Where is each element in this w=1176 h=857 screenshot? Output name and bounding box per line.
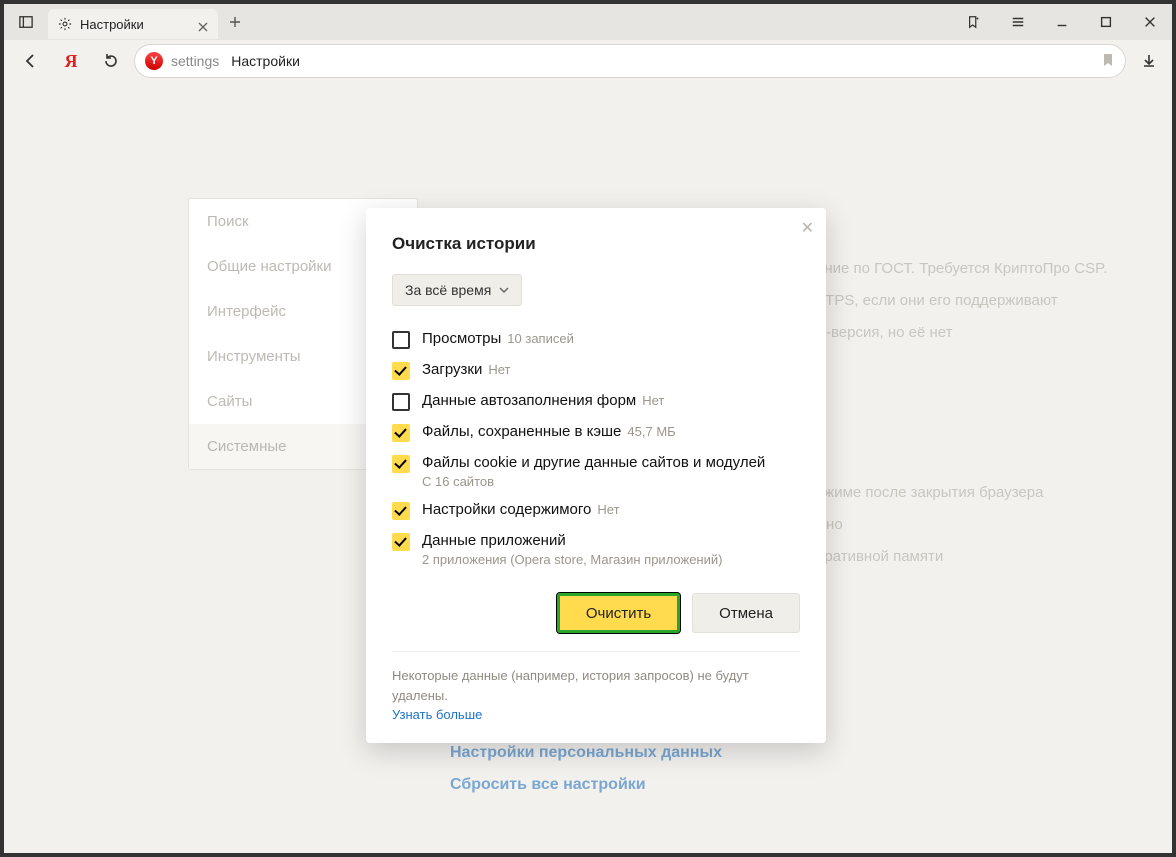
omnibox-prefix: settings: [171, 53, 219, 69]
chevron-down-icon: [499, 285, 509, 295]
bookmark-icon[interactable]: [1101, 53, 1115, 70]
gear-icon: [58, 17, 72, 31]
clear-button[interactable]: Очистить: [557, 593, 680, 633]
address-bar[interactable]: Y settings Настройки: [134, 44, 1126, 78]
close-tab-icon[interactable]: [198, 19, 208, 29]
clear-options-list: Просмотры10 записей ЗагрузкиНет Данные а…: [392, 330, 800, 567]
opt-autofill[interactable]: Данные автозаполнения формНет: [392, 392, 800, 411]
back-icon[interactable]: [14, 44, 48, 78]
bg-text: ание по ГОСТ. Требуется КриптоПро CSP.: [816, 260, 1107, 277]
checkbox[interactable]: [392, 502, 410, 520]
checkbox[interactable]: [392, 455, 410, 473]
browser-window: Настройки Я: [0, 0, 1176, 857]
dialog-actions: Очистить Отмена: [392, 593, 800, 633]
downloads-icon[interactable]: [1132, 44, 1166, 78]
opt-views[interactable]: Просмотры10 записей: [392, 330, 800, 349]
footer-text: Некоторые данные (например, история запр…: [392, 668, 749, 703]
window-close-icon[interactable]: [1128, 4, 1172, 40]
cancel-button[interactable]: Отмена: [692, 593, 800, 633]
home-yandex-icon[interactable]: Я: [54, 44, 88, 78]
dialog-title: Очистка истории: [392, 234, 800, 254]
time-range-value: За всё время: [405, 282, 491, 298]
bg-text: ежиме после закрытия браузера: [816, 484, 1043, 501]
tab-strip: Настройки: [4, 4, 1172, 40]
bg-text: S-версия, но её нет: [816, 324, 952, 341]
learn-more-link[interactable]: Узнать больше: [392, 707, 482, 722]
link-personal-data[interactable]: Настройки персональных данных: [450, 744, 722, 762]
window-maximize-icon[interactable]: [1084, 4, 1128, 40]
opt-downloads[interactable]: ЗагрузкиНет: [392, 361, 800, 380]
nav-toolbar: Я Y settings Настройки: [4, 40, 1172, 82]
opt-content-settings[interactable]: Настройки содержимогоНет: [392, 501, 800, 520]
checkbox[interactable]: [392, 424, 410, 442]
time-range-dropdown[interactable]: За всё время: [392, 274, 522, 306]
bg-text: еративной памяти: [816, 548, 943, 565]
window-minimize-icon[interactable]: [1040, 4, 1084, 40]
tab-settings[interactable]: Настройки: [48, 9, 218, 39]
checkbox[interactable]: [392, 533, 410, 551]
checkbox[interactable]: [392, 362, 410, 380]
opt-cookies[interactable]: Файлы cookie и другие данные сайтов и мо…: [392, 454, 800, 489]
clear-history-dialog: ✕ Очистка истории За всё время Просмотры…: [366, 208, 826, 743]
checkbox[interactable]: [392, 331, 410, 349]
link-reset-settings[interactable]: Сбросить все настройки: [450, 776, 646, 794]
close-dialog-icon[interactable]: ✕: [801, 218, 814, 238]
bookmarks-open-icon[interactable]: [952, 4, 996, 40]
opt-app-data[interactable]: Данные приложений 2 приложения (Opera st…: [392, 532, 800, 567]
tab-title: Настройки: [80, 17, 190, 32]
dialog-footer: Некоторые данные (например, история запр…: [392, 651, 800, 725]
settings-page: Поиск Общие настройки Интерфейс Инструме…: [8, 86, 1168, 849]
checkbox[interactable]: [392, 393, 410, 411]
yandex-icon: Y: [145, 52, 163, 70]
omnibox-title: Настройки: [231, 53, 300, 69]
reload-icon[interactable]: [94, 44, 128, 78]
new-tab-button[interactable]: [218, 16, 252, 28]
sidebar-toggle-icon[interactable]: [4, 4, 48, 40]
menu-icon[interactable]: [996, 4, 1040, 40]
bg-text: TTPS, если они его поддерживают: [816, 292, 1058, 309]
opt-cache[interactable]: Файлы, сохраненные в кэше45,7 МБ: [392, 423, 800, 442]
